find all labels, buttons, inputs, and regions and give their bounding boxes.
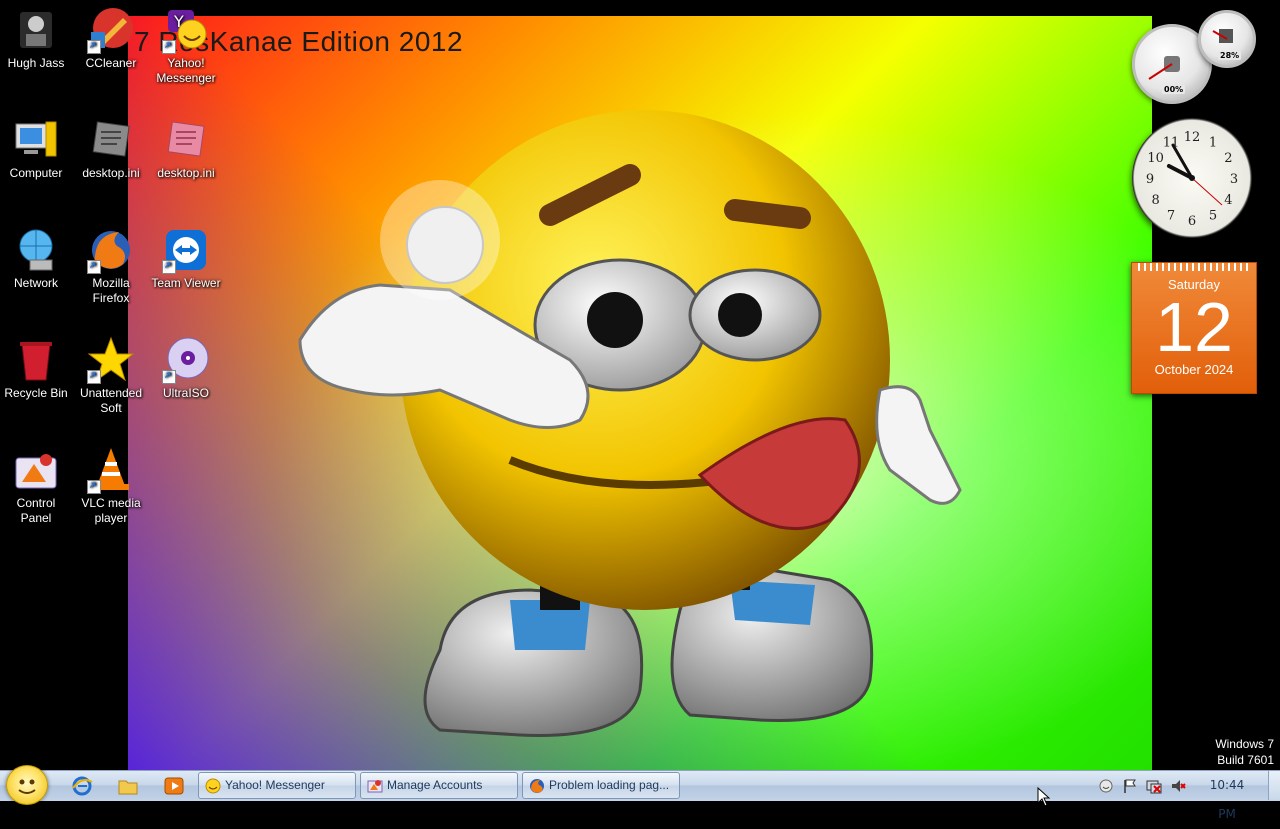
taskbar-button-label: Problem loading pag... bbox=[549, 778, 670, 792]
desktop-icon-recycle-bin[interactable]: Recycle Bin bbox=[0, 330, 72, 401]
desktop-icon-vlc[interactable]: VLC media player bbox=[75, 440, 147, 526]
wallpaper-smiley-image bbox=[298, 110, 962, 737]
firefox-icon bbox=[530, 779, 544, 793]
clock-numeral: 11 bbox=[1163, 136, 1180, 151]
cpu-meter-gadget[interactable]: 00% 28% bbox=[1130, 10, 1256, 105]
watermark-os: Windows 7 bbox=[1215, 737, 1274, 751]
clock-center-pin bbox=[1189, 175, 1195, 181]
clock-second-hand bbox=[1191, 177, 1223, 206]
network-globe-icon bbox=[12, 226, 60, 274]
recycle-bin-icon bbox=[12, 336, 60, 384]
memory-usage-dial: 28% bbox=[1198, 10, 1256, 68]
taskbar-button-label: Manage Accounts bbox=[387, 778, 483, 792]
clock-numeral: 7 bbox=[1167, 208, 1175, 223]
watermark-build: Build 7601 bbox=[1217, 753, 1274, 767]
desktop-icon-ultraiso[interactable]: UltraISO bbox=[150, 330, 222, 401]
system-clock-time[interactable]: 10:44 PM bbox=[1200, 771, 1254, 821]
taskbar-button-manage-accounts[interactable]: Manage Accounts bbox=[360, 772, 518, 799]
taskbar: Yahoo! Messenger Manage Accounts Problem… bbox=[0, 765, 1280, 821]
clock-numeral: 4 bbox=[1224, 193, 1232, 208]
desktop-icon-label: Yahoo! Messenger bbox=[156, 56, 216, 85]
desktop-icon-label: UltraISO bbox=[162, 386, 209, 400]
desktop-icon-label: desktop.ini bbox=[157, 166, 215, 180]
clock-gadget[interactable]: 1 2 3 4 5 6 7 8 9 10 11 12 bbox=[1132, 118, 1252, 238]
media-player-icon[interactable] bbox=[162, 774, 186, 798]
shortcut-arrow-icon bbox=[87, 260, 101, 274]
cpu-percent: 00% bbox=[1162, 85, 1186, 94]
clock-numeral: 6 bbox=[1188, 214, 1196, 229]
desktop-icon-label: Team Viewer bbox=[151, 276, 221, 290]
desktop-icon-label: Network bbox=[13, 276, 58, 290]
ccleaner-icon bbox=[87, 6, 135, 54]
control-panel-icon bbox=[12, 446, 60, 494]
disc-icon bbox=[162, 336, 210, 384]
shortcut-arrow-icon bbox=[87, 480, 101, 494]
settings-file-icon bbox=[162, 116, 210, 164]
taskbar-button-label: Yahoo! Messenger bbox=[225, 778, 325, 792]
calendar-binding-rings bbox=[1138, 263, 1250, 271]
yahoo-tray-icon[interactable] bbox=[1098, 778, 1114, 794]
computer-icon bbox=[12, 116, 60, 164]
taskbar-button-firefox[interactable]: Problem loading pag... bbox=[522, 772, 680, 799]
clock-numeral: 8 bbox=[1151, 193, 1159, 208]
clock-numeral: 10 bbox=[1147, 151, 1164, 166]
network-icon[interactable] bbox=[1146, 778, 1162, 794]
action-center-flag-icon[interactable] bbox=[1122, 778, 1138, 794]
desktop-icon-label: Hugh Jass bbox=[7, 56, 65, 70]
show-desktop-button[interactable] bbox=[1268, 771, 1280, 800]
star-icon bbox=[87, 336, 135, 384]
calendar-gadget[interactable]: Saturday 12 October 2024 bbox=[1131, 262, 1257, 394]
memory-percent: 28% bbox=[1218, 51, 1242, 60]
clock-numeral: 1 bbox=[1209, 136, 1217, 151]
desktop-icon-network[interactable]: Network bbox=[0, 220, 72, 291]
desktop-icon-ccleaner[interactable]: CCleaner bbox=[75, 0, 147, 71]
yahoo-messenger-icon: Y bbox=[162, 6, 210, 54]
desktop-icon-label: Control Panel bbox=[16, 496, 56, 525]
desktop-icon-teamviewer[interactable]: Team Viewer bbox=[150, 220, 222, 291]
calendar-month-year: October 2024 bbox=[1154, 362, 1234, 377]
firefox-icon bbox=[87, 226, 135, 274]
desktop-icon-label: CCleaner bbox=[85, 56, 137, 70]
clock-numeral: 2 bbox=[1224, 151, 1232, 166]
desktop-icon-label: Mozilla Firefox bbox=[92, 276, 130, 305]
desktop-icon-label: VLC media player bbox=[81, 496, 141, 525]
shortcut-arrow-icon bbox=[87, 370, 101, 384]
teamviewer-icon bbox=[162, 226, 210, 274]
clock-numeral: 12 bbox=[1184, 130, 1201, 145]
windows-build-watermark: Windows 7 Build 7601 bbox=[1215, 736, 1274, 768]
shortcut-arrow-icon bbox=[162, 370, 176, 384]
desktop-icon-control-panel[interactable]: Control Panel bbox=[0, 440, 72, 526]
desktop-icon-unattended-soft[interactable]: Unattended Soft bbox=[75, 330, 147, 416]
vlc-cone-icon bbox=[87, 446, 135, 494]
folder-icon[interactable] bbox=[116, 774, 140, 798]
desktop-icon-desktop-ini-1[interactable]: desktop.ini bbox=[75, 110, 147, 181]
desktop-icon-yahoo-messenger[interactable]: Y Yahoo! Messenger bbox=[150, 0, 222, 86]
shortcut-arrow-icon bbox=[162, 40, 176, 54]
shortcut-arrow-icon bbox=[162, 260, 176, 274]
desktop-icon-label: Recycle Bin bbox=[4, 386, 68, 400]
control-panel-icon bbox=[367, 780, 383, 793]
shortcut-arrow-icon bbox=[87, 40, 101, 54]
mouse-cursor-icon bbox=[1037, 787, 1051, 807]
clock-numeral: 5 bbox=[1209, 208, 1217, 223]
analog-clock-face: 1234567891011 12 bbox=[1146, 130, 1238, 229]
desktop-icon-hugh-jass[interactable]: Hugh Jass bbox=[0, 0, 72, 71]
calendar-day-number: 12 bbox=[1155, 288, 1233, 366]
clock-numeral: 9 bbox=[1146, 172, 1154, 187]
desktop-icon-computer[interactable]: Computer bbox=[0, 110, 72, 181]
start-button[interactable] bbox=[6, 765, 48, 805]
desktop-icon-label: desktop.ini bbox=[82, 166, 140, 180]
desktop-icon-label: Unattended Soft bbox=[79, 386, 143, 415]
user-folder-icon bbox=[12, 6, 60, 54]
volume-muted-icon[interactable] bbox=[1170, 778, 1186, 794]
desktop-icon-desktop-ini-2[interactable]: desktop.ini bbox=[150, 110, 222, 181]
clock-numeral: 3 bbox=[1230, 172, 1238, 187]
settings-file-icon bbox=[87, 116, 135, 164]
smiley-start-orb-icon bbox=[18, 779, 36, 794]
internet-explorer-icon[interactable] bbox=[70, 774, 94, 798]
desktop-icon-label: Computer bbox=[9, 166, 63, 180]
desktop-icon-firefox[interactable]: Mozilla Firefox bbox=[75, 220, 147, 306]
yahoo-messenger-icon bbox=[205, 778, 221, 794]
taskbar-button-yahoo-messenger[interactable]: Yahoo! Messenger bbox=[198, 772, 356, 799]
